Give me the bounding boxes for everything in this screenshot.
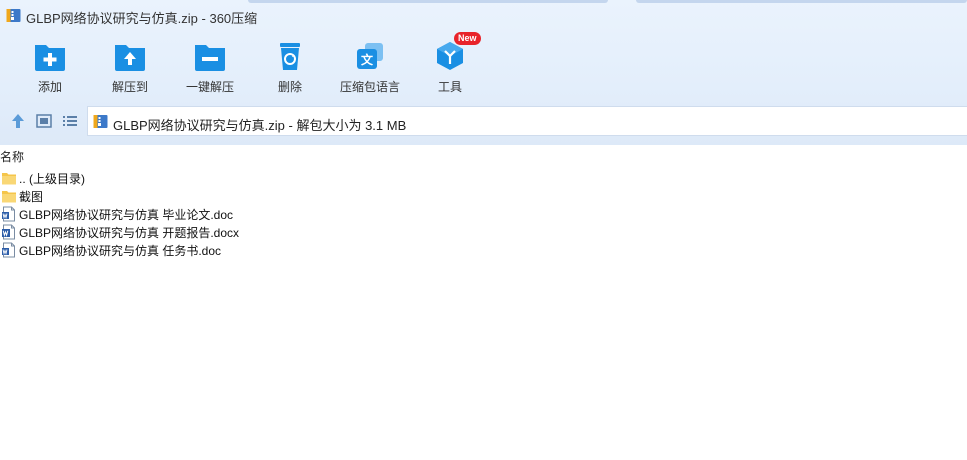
column-header-name[interactable]: 名称	[0, 148, 24, 166]
new-badge: New	[454, 32, 481, 45]
zip-app-icon	[6, 9, 21, 22]
one-click-extract-button[interactable]: 一键解压	[168, 36, 252, 98]
list-item-parent-directory[interactable]: .. (上级目录)	[0, 169, 967, 187]
window-edge-decoration	[248, 0, 608, 3]
address-bar[interactable]: GLBP网络协议研究与仿真.zip - 解包大小为 3.1 MB	[87, 106, 967, 136]
zip-file-icon	[93, 115, 108, 128]
svg-text:文: 文	[361, 52, 374, 67]
address-path: GLBP网络协议研究与仿真.zip - 解包大小为 3.1 MB	[113, 118, 407, 133]
extract-to-button[interactable]: 解压到	[88, 36, 172, 98]
archive-language-button[interactable]: 文 压缩包语言	[328, 36, 412, 98]
up-level-icon[interactable]	[9, 112, 27, 130]
doc-file-icon	[2, 206, 15, 222]
language-icon: 文	[357, 43, 383, 69]
thumbnail-view-icon[interactable]	[35, 112, 53, 130]
add-icon	[35, 45, 65, 71]
file-name: GLBP网络协议研究与仿真 开题报告.docx	[19, 226, 240, 240]
add-button-label: 添加	[37, 80, 62, 94]
add-button[interactable]: 添加	[8, 36, 92, 98]
file-name: GLBP网络协议研究与仿真 毕业论文.doc	[19, 208, 234, 222]
window-edge-decoration	[636, 0, 967, 3]
delete-button[interactable]: 删除	[248, 36, 332, 98]
one-click-extract-icon	[195, 45, 225, 71]
file-name: 截图	[19, 190, 44, 204]
doc-file-icon	[2, 242, 15, 258]
extract-to-button-label: 解压到	[111, 80, 148, 94]
list-item-file[interactable]: GLBP网络协议研究与仿真 开题报告.docx	[0, 223, 967, 241]
recycle-bin-icon	[280, 43, 300, 70]
file-list: .. (上级目录) 截图 GLBP网络协议研究与仿真 毕业论文.doc GLBP…	[0, 169, 967, 259]
tools-button[interactable]: 工具	[408, 36, 492, 98]
one-click-extract-button-label: 一键解压	[185, 80, 234, 94]
file-name: GLBP网络协议研究与仿真 任务书.doc	[19, 244, 222, 258]
window-title: GLBP网络协议研究与仿真.zip - 360压缩	[26, 11, 258, 26]
list-item-file[interactable]: GLBP网络协议研究与仿真 毕业论文.doc	[0, 205, 967, 223]
folder-icon	[2, 173, 16, 185]
list-view-icon[interactable]	[61, 112, 79, 130]
file-list-panel: 名称 .. (上级目录) 截图 GLBP网络协议研究与仿真 毕业论文.doc G…	[0, 145, 967, 460]
archive-language-button-label: 压缩包语言	[339, 80, 400, 94]
folder-icon	[2, 191, 16, 203]
top-area: GLBP网络协议研究与仿真.zip - 360压缩 添加 解压到 一键解压 删除…	[0, 0, 967, 145]
nav-bar: GLBP网络协议研究与仿真.zip - 解包大小为 3.1 MB	[0, 106, 967, 136]
extract-to-icon	[115, 45, 145, 71]
file-name: .. (上级目录)	[19, 172, 85, 186]
title-bar: GLBP网络协议研究与仿真.zip - 360压缩	[0, 0, 967, 32]
toolbar: 添加 解压到 一键解压 删除 文 压缩包语言 工具 New	[0, 32, 967, 98]
list-item-file[interactable]: GLBP网络协议研究与仿真 任务书.doc	[0, 241, 967, 259]
delete-button-label: 删除	[277, 80, 302, 94]
tools-button-label: 工具	[437, 80, 462, 94]
list-item-folder[interactable]: 截图	[0, 187, 967, 205]
docx-file-icon	[2, 224, 15, 240]
